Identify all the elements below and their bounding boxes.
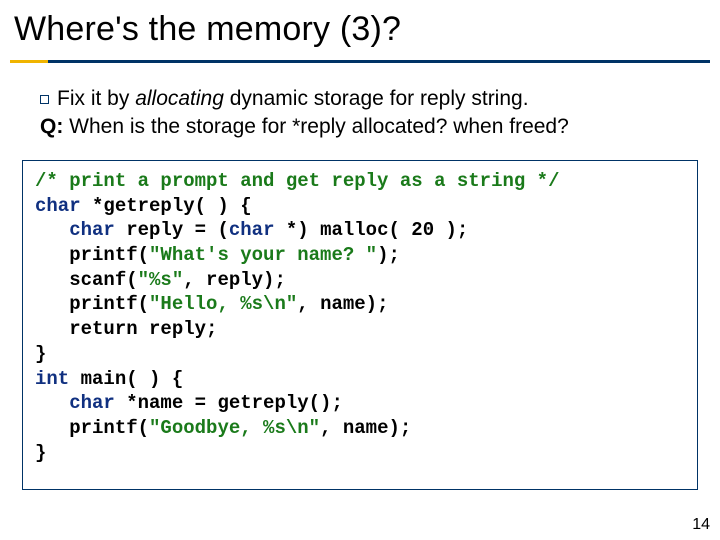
code-string: "Hello, %s\n" (149, 293, 297, 315)
question-line: Q: When is the storage for *reply alloca… (40, 113, 700, 141)
question-label: Q: (40, 115, 63, 138)
code-kw: char (229, 219, 275, 241)
code-text: return reply; (35, 318, 217, 340)
code-string: "%s" (138, 269, 184, 291)
code-text: *) malloc( 20 ); (274, 219, 468, 241)
code-text: printf( (35, 417, 149, 439)
code-kw: int (35, 368, 69, 390)
code-text: , reply); (183, 269, 286, 291)
code-text: *getreply( ) { (81, 195, 252, 217)
code-text: main( ) { (69, 368, 183, 390)
body-text: Fix it by allocating dynamic storage for… (40, 85, 700, 142)
code-text: *name = getreply(); (115, 392, 343, 414)
code-kw: char (35, 219, 115, 241)
code-text: } (35, 343, 46, 365)
slide: Where's the memory (3)? Fix it by alloca… (0, 0, 720, 540)
bullet-italic: allocating (135, 87, 224, 110)
code-text: } (35, 442, 46, 464)
slide-title: Where's the memory (3)? (14, 10, 401, 49)
square-bullet-icon (40, 95, 49, 104)
code-kw: char (35, 195, 81, 217)
code-kw: char (35, 392, 115, 414)
title-underline (10, 60, 710, 63)
bullet-pre: Fix it by (57, 87, 135, 110)
code-text: , name); (320, 417, 411, 439)
code-text: ); (377, 244, 400, 266)
code-block: /* print a prompt and get reply as a str… (22, 160, 698, 490)
code-text: printf( (35, 244, 149, 266)
code-text: printf( (35, 293, 149, 315)
code-text: , name); (297, 293, 388, 315)
bullet-line: Fix it by allocating dynamic storage for… (40, 85, 700, 113)
page-number: 14 (692, 516, 710, 534)
question-text: When is the storage for *reply allocated… (63, 115, 568, 138)
code-text: scanf( (35, 269, 138, 291)
code-comment: /* print a prompt and get reply as a str… (35, 170, 560, 192)
title-underline-accent (10, 60, 48, 63)
code-text: reply = ( (115, 219, 229, 241)
code-string: "Goodbye, %s\n" (149, 417, 320, 439)
bullet-post: dynamic storage for reply string. (224, 87, 529, 110)
code-string: "What's your name? " (149, 244, 377, 266)
